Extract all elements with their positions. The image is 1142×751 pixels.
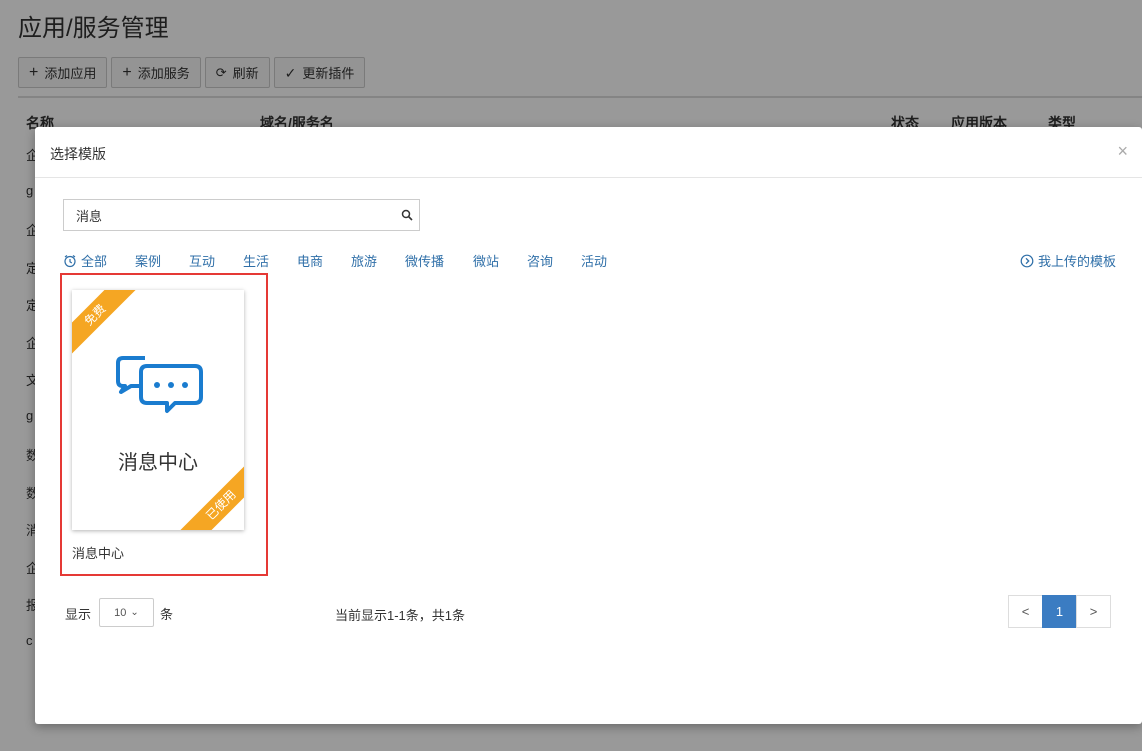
alarm-clock-icon: [64, 254, 76, 267]
tab-travel[interactable]: 旅游: [351, 251, 377, 270]
tab-interaction[interactable]: 互动: [189, 251, 215, 270]
page-size-value: 10: [114, 606, 127, 619]
tab-consult[interactable]: 咨询: [527, 251, 553, 270]
tab-micro-spread[interactable]: 微传播: [405, 251, 444, 270]
page-size-select[interactable]: 10 ⌄: [99, 598, 154, 627]
card-caption: 消息中心: [72, 546, 125, 561]
my-uploaded-templates-label: 我上传的模板: [1037, 254, 1116, 269]
page-1-button[interactable]: 1: [1042, 595, 1077, 628]
tab-all-label: 全部: [81, 254, 108, 269]
pagination: < 1 >: [1008, 595, 1111, 628]
search-box: [63, 199, 420, 231]
modal-header: 选择模版 ×: [35, 127, 1142, 178]
card-title: 消息中心: [118, 452, 198, 474]
chevron-circle-icon: [1020, 254, 1034, 267]
search-input[interactable]: [64, 201, 395, 229]
template-card[interactable]: 免费 消息中心 已使用: [72, 290, 244, 530]
next-page-button[interactable]: >: [1076, 595, 1111, 628]
tab-micro-site[interactable]: 微站: [473, 251, 499, 270]
prev-page-button[interactable]: <: [1008, 595, 1043, 628]
chat-bubbles-icon: [116, 356, 203, 413]
modal-title: 选择模版: [50, 146, 106, 162]
template-picker-dialog: 选择模版 × 全部 案例 互动 生活 电商 旅游 微传播 微站 咨询 活动: [35, 127, 1142, 724]
tab-all[interactable]: 全部: [63, 251, 107, 270]
chevron-down-icon: ⌄: [130, 607, 139, 618]
tab-case[interactable]: 案例: [135, 251, 161, 270]
close-icon[interactable]: ×: [1117, 141, 1128, 162]
tab-ecommerce[interactable]: 电商: [297, 251, 323, 270]
search-icon[interactable]: [395, 209, 419, 221]
tab-activity[interactable]: 活动: [581, 251, 607, 270]
show-label: 显示: [65, 607, 92, 622]
unit-label: 条: [160, 607, 174, 622]
free-ribbon: 免费: [72, 290, 142, 362]
result-summary: 当前显示1-1条，共1条: [335, 608, 466, 623]
tab-life[interactable]: 生活: [243, 251, 269, 270]
my-uploaded-templates-link[interactable]: 我上传的模板: [1020, 251, 1116, 270]
